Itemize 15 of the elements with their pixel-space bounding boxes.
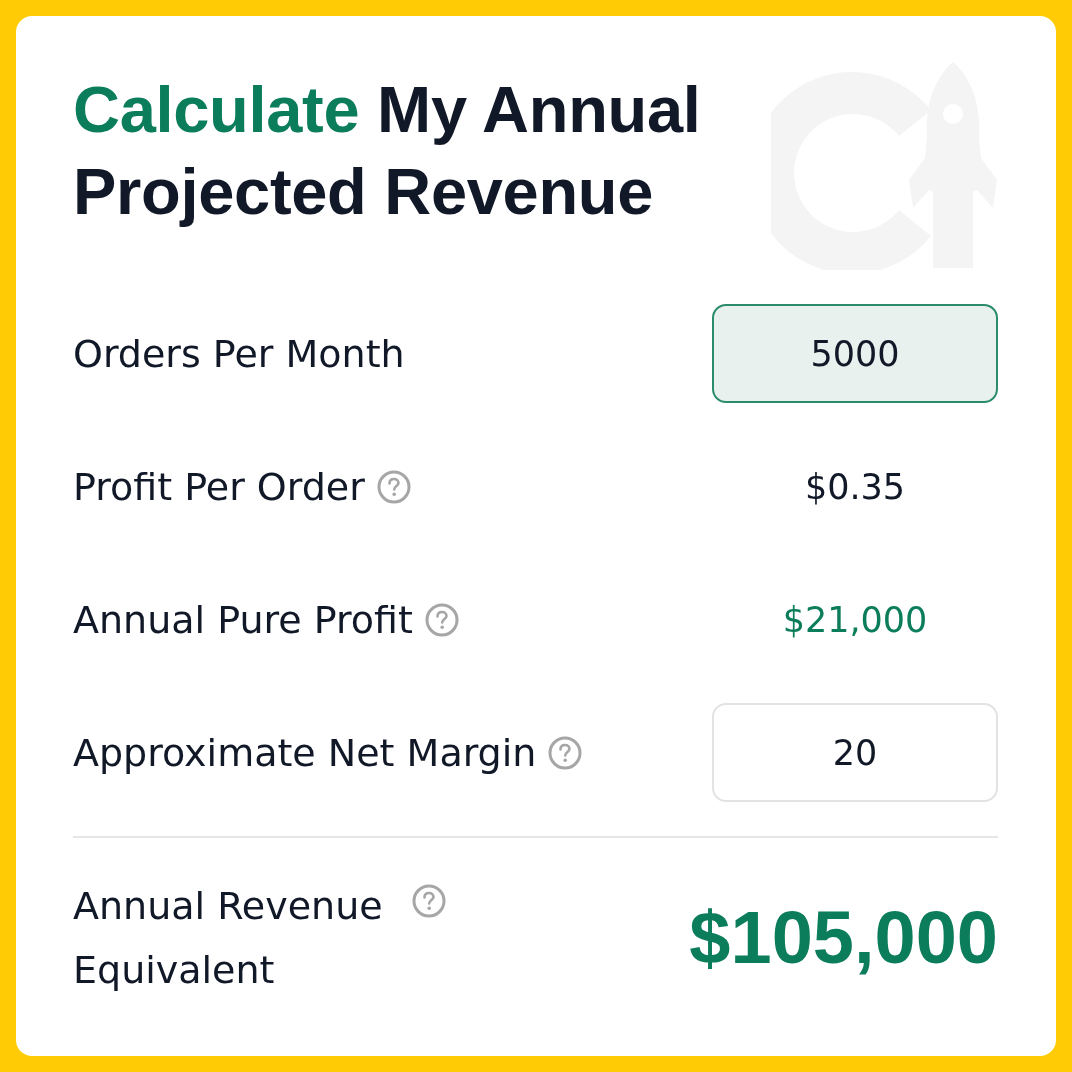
input-field[interactable]: 20: [712, 703, 998, 802]
field-label: Approximate Net Margin: [73, 729, 537, 777]
input-field[interactable]: 5000: [712, 304, 998, 403]
result-value: $21,000: [782, 598, 928, 642]
result-value: $0.35: [804, 465, 906, 509]
field-label: Profit Per Order: [73, 463, 365, 511]
field-label: Orders Per Month: [73, 330, 405, 378]
total-value: $105,000: [689, 895, 998, 981]
help-icon[interactable]: [424, 602, 459, 637]
help-icon[interactable]: [376, 469, 411, 504]
help-icon[interactable]: [412, 884, 446, 918]
total-label: Annual Revenue Equivalent: [73, 883, 384, 994]
page-title: Calculate My Annual Projected Revenue: [73, 72, 702, 230]
help-icon[interactable]: [548, 735, 583, 770]
field-label: Annual Pure Profit: [73, 596, 413, 644]
